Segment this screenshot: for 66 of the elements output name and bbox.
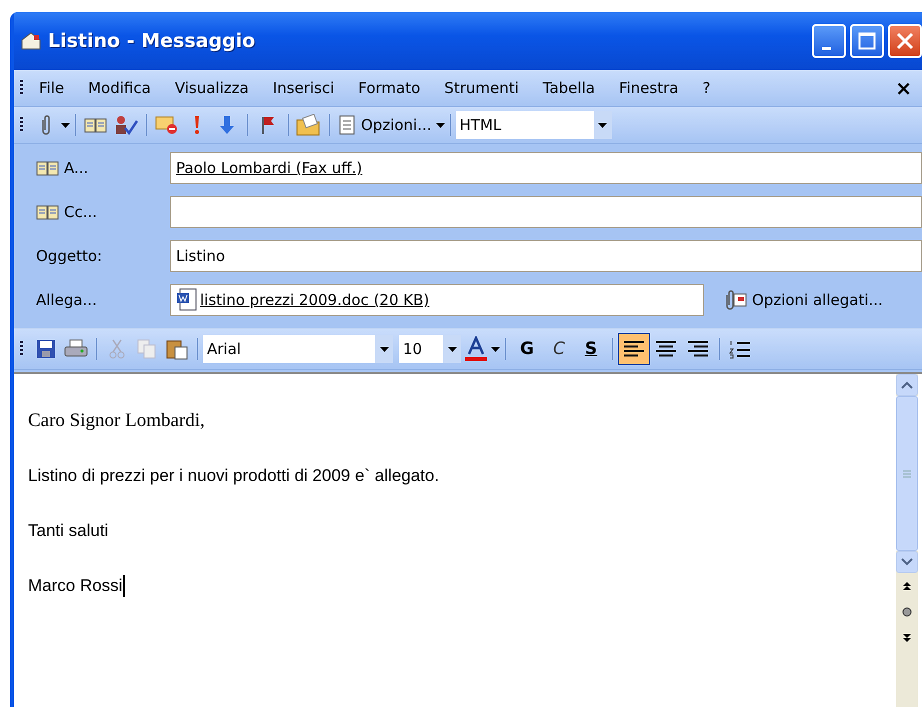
circle-icon: [902, 607, 912, 617]
chevron-up-icon: [901, 381, 913, 389]
align-right-icon: [687, 340, 709, 358]
font-color-icon[interactable]: [463, 335, 489, 363]
menu-item[interactable]: Formato: [350, 75, 428, 101]
minimize-icon: [822, 46, 830, 50]
align-left-button[interactable]: [618, 333, 650, 365]
input-field[interactable]: Listino: [170, 240, 922, 272]
window-title: Listino - Messaggio: [48, 30, 256, 52]
minimize-button[interactable]: [812, 24, 846, 58]
address-book-icon: [84, 117, 108, 133]
scroll-up-button[interactable]: [896, 374, 918, 396]
dropdown-caret-icon[interactable]: [491, 346, 500, 352]
recipient-link[interactable]: Paolo Lombardi (Fax uff.): [176, 159, 362, 177]
double-down-arrow-icon: [902, 633, 912, 643]
menu-item[interactable]: Inserisci: [264, 75, 342, 101]
font-dropdown[interactable]: Arial: [203, 335, 393, 363]
input-field[interactable]: Paolo Lombardi (Fax uff.): [170, 152, 922, 184]
scroll-down-button[interactable]: [896, 551, 918, 573]
align-left-icon: [623, 340, 645, 358]
document-icon: [176, 288, 198, 312]
recipient-button[interactable]: Cc...: [36, 203, 98, 221]
menu-item[interactable]: Modifica: [80, 75, 159, 101]
font-size-dropdown[interactable]: 10: [399, 335, 461, 363]
italic-button[interactable]: C: [543, 333, 575, 365]
align-center-icon: [655, 340, 677, 358]
body-text: Marco Rossi: [28, 575, 122, 597]
menu-item[interactable]: ?: [694, 75, 718, 101]
bold-button[interactable]: G: [511, 333, 543, 365]
maximize-button[interactable]: [850, 24, 884, 58]
caret-icon: [380, 346, 388, 352]
close-button[interactable]: [888, 24, 922, 58]
field-value: Listino: [176, 247, 226, 265]
scroll-thumb[interactable]: [896, 396, 918, 551]
chevron-down-icon: [901, 558, 913, 566]
maximize-icon: [858, 32, 876, 50]
menu-item[interactable]: Tabella: [534, 75, 603, 101]
close-menu-button[interactable]: ×: [895, 76, 916, 100]
input-field[interactable]: [170, 196, 922, 228]
grip-icon: [903, 470, 911, 478]
address-book-icon: [36, 204, 60, 220]
attachment-options-button[interactable]: Opzioni allegati...: [718, 288, 889, 312]
underline-button[interactable]: S: [575, 333, 607, 365]
field-label: Oggetto:: [36, 247, 102, 265]
menu-item[interactable]: Visualizza: [166, 75, 257, 101]
caret-icon: [598, 122, 608, 128]
menu-item[interactable]: File: [31, 75, 72, 101]
attachment-field[interactable]: listino prezzi 2009.doc (20 KB): [170, 284, 704, 316]
paperclip-icon: [724, 289, 748, 311]
dropdown-caret-icon[interactable]: [61, 122, 70, 128]
close-icon: [896, 32, 914, 50]
format-dropdown[interactable]: HTML: [456, 111, 612, 139]
field-label: Allega...: [36, 291, 97, 309]
body-text: Listino di prezzi per i nuovi prodotti di 2009 e` allegato.: [28, 465, 440, 487]
address-book-icon: [36, 160, 60, 176]
body-text: Tanti saluti: [28, 520, 108, 542]
attachment-link[interactable]: listino prezzi 2009.doc (20 KB): [200, 291, 430, 309]
double-up-arrow-icon: [902, 581, 912, 591]
recipient-button[interactable]: A...: [36, 159, 88, 177]
options-button[interactable]: Opzioni...: [335, 113, 436, 137]
body-text: Caro Signor Lombardi,: [28, 410, 205, 432]
document-icon: [339, 115, 355, 135]
dropdown-caret-icon[interactable]: [436, 122, 445, 128]
menu-item[interactable]: Finestra: [610, 75, 686, 101]
menu-item[interactable]: Strumenti: [436, 75, 527, 101]
caret-icon: [448, 346, 456, 352]
